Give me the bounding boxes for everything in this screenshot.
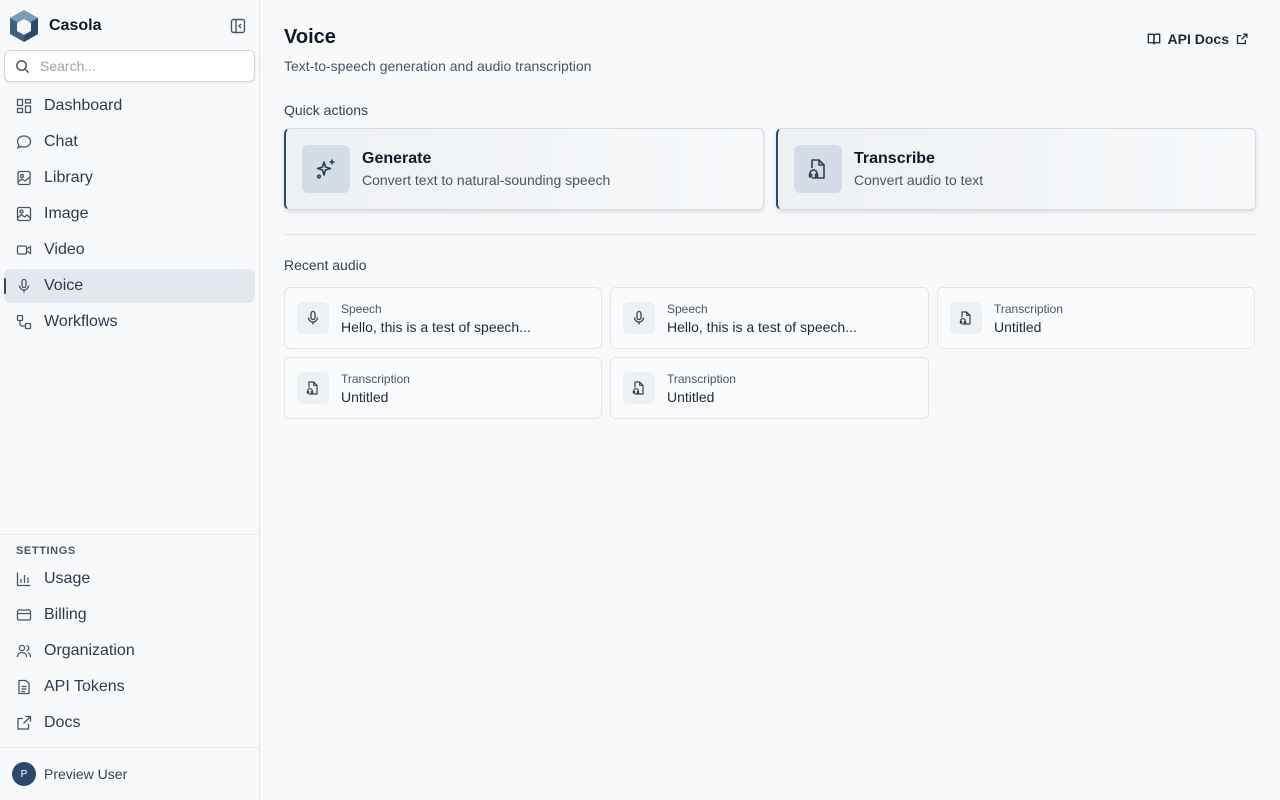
nav-item-usage[interactable]: Usage: [4, 562, 255, 596]
user-name: Preview User: [44, 766, 128, 782]
recent-audio-item[interactable]: Transcription Untitled: [284, 357, 602, 419]
transcribe-card[interactable]: Transcribe Convert audio to text: [776, 128, 1256, 210]
recent-item-title: Hello, this is a test of speech...: [667, 318, 857, 335]
recent-audio-item[interactable]: Transcription Untitled: [610, 357, 929, 419]
nav-label-library: Library: [44, 169, 93, 186]
nav-label-chat: Chat: [44, 133, 78, 150]
video-icon: [16, 242, 32, 258]
chat-icon: [16, 134, 32, 150]
recent-audio-item[interactable]: Transcription Untitled: [937, 287, 1255, 349]
page-title: Voice: [284, 26, 336, 48]
settings-heading: SETTINGS: [16, 545, 76, 557]
recent-item-type: Transcription: [667, 371, 736, 386]
external-link-icon: [1236, 33, 1248, 45]
section-divider: [284, 234, 1256, 235]
nav-item-api-tokens[interactable]: API Tokens: [4, 670, 255, 704]
nav-item-chat[interactable]: Chat: [4, 125, 255, 159]
mic-icon: [297, 302, 329, 334]
nav-item-organization[interactable]: Organization: [4, 634, 255, 668]
nav-label-organization: Organization: [44, 642, 135, 659]
generate-text: Generate Convert text to natural-soundin…: [362, 150, 610, 188]
nav-item-workflows[interactable]: Workflows: [4, 305, 255, 339]
audio-file-icon: [623, 372, 655, 404]
nav-item-voice[interactable]: Voice: [4, 269, 255, 303]
credit-card-icon: [16, 607, 32, 623]
recent-item-text: Speech Hello, this is a test of speech..…: [341, 302, 531, 335]
hexagon-logo-icon: [8, 9, 40, 43]
generate-card[interactable]: Generate Convert text to natural-soundin…: [284, 128, 764, 210]
nav-label-workflows: Workflows: [44, 313, 118, 330]
recent-item-title: Untitled: [667, 388, 715, 405]
nav-label-image: Image: [44, 205, 89, 222]
recent-item-title: Hello, this is a test of speech...: [341, 318, 531, 335]
sidebar-collapse-button[interactable]: [228, 16, 248, 36]
library-icon: [16, 170, 32, 186]
api-docs-label: API Docs: [1167, 31, 1229, 47]
recent-item-type: Transcription: [341, 371, 410, 386]
api-docs-link[interactable]: API Docs: [1147, 31, 1248, 47]
nav-label-billing: Billing: [44, 606, 87, 623]
brand-name: Casola: [49, 17, 102, 34]
sidebar-collapse-icon: [230, 18, 246, 34]
nav-label-api-tokens: API Tokens: [44, 678, 125, 695]
audio-file-icon: [950, 302, 982, 334]
recent-item-type: Transcription: [994, 301, 1063, 316]
nav-item-docs[interactable]: Docs: [4, 706, 255, 740]
recent-item-title: Untitled: [994, 318, 1042, 335]
brand[interactable]: Casola: [8, 9, 101, 43]
quick-actions: Generate Convert text to natural-soundin…: [284, 128, 1256, 210]
transcribe-title: Transcribe: [854, 150, 935, 167]
main-content: Voice Text-to-speech generation and audi…: [284, 0, 1256, 800]
external-link-icon: [16, 715, 32, 731]
mic-icon: [623, 302, 655, 334]
file-text-icon: [16, 679, 32, 695]
nav-item-dashboard[interactable]: Dashboard: [4, 89, 255, 123]
recent-item-text: Transcription Untitled: [667, 372, 736, 405]
audio-file-icon: [297, 372, 329, 404]
nav-item-image[interactable]: Image: [4, 197, 255, 231]
recent-item-text: Transcription Untitled: [341, 372, 410, 405]
audio-file-icon: [794, 145, 842, 193]
transcribe-text: Transcribe Convert audio to text: [854, 150, 983, 188]
recent-item-type: Speech: [341, 301, 382, 316]
sparkles-icon: [302, 145, 350, 193]
recent-audio-heading: Recent audio: [284, 257, 367, 273]
main-nav: Dashboard Chat Library Image Video Voice…: [4, 89, 255, 341]
bar-chart-icon: [16, 571, 32, 587]
book-icon: [1147, 32, 1161, 46]
nav-item-billing[interactable]: Billing: [4, 598, 255, 632]
generate-title: Generate: [362, 150, 432, 167]
transcribe-description: Convert audio to text: [854, 172, 984, 188]
settings-nav: Usage Billing Organization API Tokens Do…: [4, 562, 255, 742]
sidebar: Casola Dashboard: [0, 0, 260, 800]
quick-actions-heading: Quick actions: [284, 102, 369, 118]
nav-item-video[interactable]: Video: [4, 233, 255, 267]
nav-label-dashboard: Dashboard: [44, 97, 123, 114]
recent-audio-item[interactable]: Speech Hello, this is a test of speech..…: [610, 287, 929, 349]
nav-label-voice: Voice: [44, 277, 84, 294]
search-input[interactable]: [40, 58, 230, 74]
recent-item-text: Transcription Untitled: [994, 302, 1063, 335]
search-box[interactable]: [4, 50, 255, 82]
recent-item-type: Speech: [667, 301, 708, 316]
recent-audio-list: Speech Hello, this is a test of speech..…: [284, 287, 1256, 419]
image-icon: [16, 206, 32, 222]
recent-item-text: Speech Hello, this is a test of speech..…: [667, 302, 857, 335]
recent-item-title: Untitled: [341, 388, 389, 405]
avatar: P: [12, 762, 36, 786]
user-menu[interactable]: P Preview User: [0, 747, 259, 800]
search-icon: [15, 59, 30, 74]
dashboard-icon: [16, 98, 32, 114]
nav-label-usage: Usage: [44, 570, 91, 587]
nav-item-library[interactable]: Library: [4, 161, 255, 195]
page-subtitle: Text-to-speech generation and audio tran…: [284, 58, 592, 74]
nav-label-docs: Docs: [44, 714, 81, 731]
generate-description: Convert text to natural-sounding speech: [362, 172, 611, 188]
mic-icon: [16, 278, 32, 294]
settings-divider: [0, 534, 259, 535]
workflow-icon: [16, 314, 32, 330]
users-icon: [16, 643, 32, 659]
nav-label-video: Video: [44, 241, 85, 258]
recent-audio-item[interactable]: Speech Hello, this is a test of speech..…: [284, 287, 602, 349]
